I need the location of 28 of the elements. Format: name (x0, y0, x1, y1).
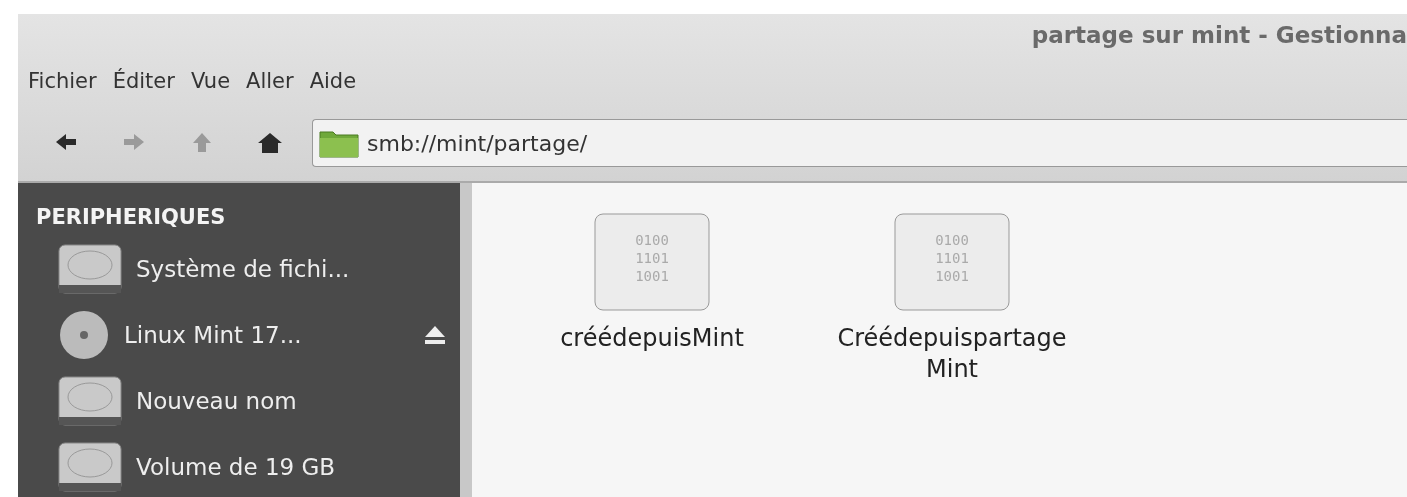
menu-item[interactable]: Éditer (112, 66, 175, 95)
sidebar-item[interactable]: Nouveau nom (36, 371, 460, 431)
file-item[interactable]: 0100 1101 1001 créédepuisMint (502, 213, 802, 355)
file-item[interactable]: 0100 1101 1001 CréédepuispartageMint (802, 213, 1102, 386)
binary-digits: 1001 (635, 268, 669, 284)
disc-icon (58, 309, 110, 361)
location-bar[interactable]: smb://mint/partage/ (312, 119, 1407, 167)
binary-digits: 1101 (635, 250, 669, 266)
sidebar-item[interactable]: Linux Mint 17... (36, 305, 460, 365)
drive-icon (58, 375, 122, 427)
sidebar-item[interactable]: Système de fichi... (36, 239, 460, 299)
section-heading: PERIPHERIQUES (36, 205, 227, 229)
home-icon (257, 131, 283, 155)
drive-icon (58, 243, 122, 295)
menu-item[interactable]: Fichier (28, 66, 97, 95)
drive-icon (58, 441, 122, 493)
binary-digits: 0100 (935, 232, 969, 248)
sidebar-item[interactable]: Volume de 19 GB (36, 437, 460, 497)
binary-digits: 1101 (935, 250, 969, 266)
binary-digits: 0100 (635, 232, 669, 248)
location-field[interactable]: smb://mint/partage/ (367, 130, 1407, 156)
eject-icon[interactable] (424, 325, 446, 345)
menu-item[interactable]: Aller (246, 66, 294, 95)
folder-icon (319, 128, 359, 158)
binary-digits: 1001 (935, 268, 969, 284)
menu-item[interactable]: Aide (309, 66, 357, 95)
menu-item[interactable]: Vue (190, 66, 231, 95)
window-title: partage sur mint - Gestionna (1031, 22, 1407, 49)
